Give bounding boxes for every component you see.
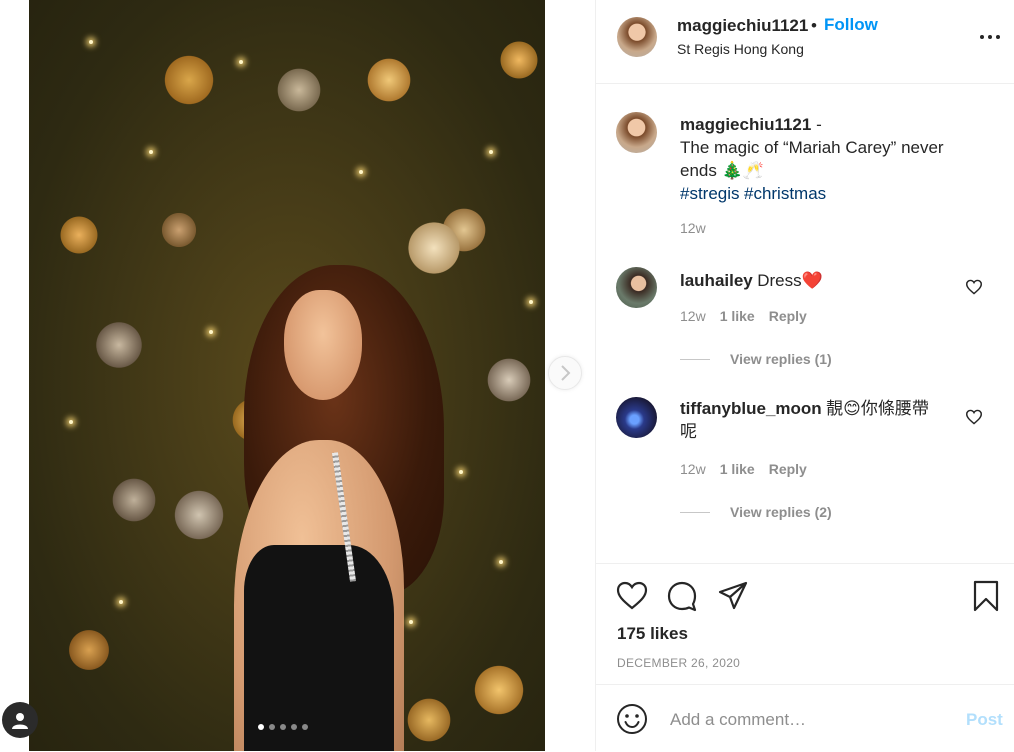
- light-sparkle: [409, 620, 413, 624]
- caption-dash: -: [811, 115, 822, 134]
- carousel-dot: [302, 724, 308, 730]
- post-location[interactable]: St Regis Hong Kong: [677, 41, 804, 57]
- caption-author[interactable]: maggiechiu1121: [680, 115, 811, 134]
- light-sparkle: [499, 560, 503, 564]
- light-sparkle: [209, 330, 213, 334]
- light-sparkle: [529, 300, 533, 304]
- caption-time[interactable]: 12w: [680, 220, 706, 236]
- comment-reply-button[interactable]: Reply: [769, 461, 807, 477]
- comment-emoji: ❤️: [801, 271, 823, 290]
- commenter-username[interactable]: lauhailey: [680, 271, 753, 290]
- likes-count[interactable]: 175 likes: [617, 624, 688, 644]
- post-header: maggiechiu1121 • Follow St Regis Hong Ko…: [596, 0, 1014, 84]
- post-date[interactable]: DECEMBER 26, 2020: [617, 656, 740, 670]
- light-sparkle: [239, 60, 243, 64]
- light-sparkle: [89, 40, 93, 44]
- follow-button[interactable]: Follow: [824, 15, 878, 35]
- light-sparkle: [69, 420, 73, 424]
- post-photo[interactable]: [29, 0, 545, 751]
- share-icon[interactable]: [717, 580, 749, 612]
- commenter-username[interactable]: tiffanyblue_moon: [680, 399, 822, 418]
- comment-likes[interactable]: 1 like: [720, 308, 755, 324]
- caption-text-line1: The magic of “Mariah Carey” never: [680, 138, 944, 157]
- hashtag-christmas[interactable]: #christmas: [744, 184, 826, 203]
- comment-like-icon[interactable]: [965, 279, 983, 295]
- separator-dot: •: [811, 16, 817, 35]
- light-sparkle: [489, 150, 493, 154]
- author-avatar[interactable]: [617, 17, 657, 57]
- carousel-dot-active: [258, 724, 264, 730]
- carousel-next-button[interactable]: [548, 356, 582, 390]
- add-comment-bar: Post: [596, 684, 1014, 752]
- carousel-dot: [269, 724, 275, 730]
- comment-meta: 12w 1 like Reply: [680, 308, 807, 324]
- post-side-panel: maggiechiu1121 • Follow St Regis Hong Ko…: [595, 0, 1014, 751]
- commenter-avatar[interactable]: [616, 397, 657, 438]
- comment-text: 靚😊你條腰帶: [826, 399, 929, 418]
- comment-likes[interactable]: 1 like: [720, 461, 755, 477]
- hashtag-stregis[interactable]: #stregis: [680, 184, 740, 203]
- carousel-indicator: [258, 724, 308, 730]
- comment-icon[interactable]: [666, 580, 698, 612]
- caption-text-line2: ends 🎄🥂: [680, 161, 764, 180]
- emoji-icon[interactable]: [616, 703, 648, 735]
- commenter-avatar[interactable]: [616, 267, 657, 308]
- profile-button[interactable]: [2, 702, 38, 738]
- caption-meta: 12w: [680, 220, 706, 236]
- comment-like-icon[interactable]: [965, 409, 983, 425]
- photo-subject-dress: [244, 545, 394, 751]
- light-sparkle: [119, 600, 123, 604]
- view-replies-button[interactable]: View replies (1): [680, 351, 832, 367]
- author-username[interactable]: maggiechiu1121: [677, 16, 808, 36]
- comment-meta: 12w 1 like Reply: [680, 461, 807, 477]
- comment-time[interactable]: 12w: [680, 308, 706, 324]
- comment-text: Dress: [757, 271, 802, 290]
- bookmark-icon[interactable]: [970, 580, 1002, 612]
- light-sparkle: [359, 170, 363, 174]
- post-comment-button[interactable]: Post: [966, 710, 1003, 730]
- heart-icon[interactable]: [616, 580, 648, 612]
- caption-author-avatar[interactable]: [616, 112, 657, 153]
- photo-subject-face: [284, 290, 362, 400]
- comment-time[interactable]: 12w: [680, 461, 706, 477]
- comment-reply-button[interactable]: Reply: [769, 308, 807, 324]
- more-options-icon[interactable]: [979, 28, 1001, 46]
- light-sparkle: [149, 150, 153, 154]
- view-replies-label: View replies (1): [730, 351, 832, 367]
- comment-input[interactable]: [668, 705, 942, 735]
- replies-divider: [680, 358, 710, 360]
- view-replies-label: View replies (2): [730, 504, 832, 520]
- carousel-dot: [291, 724, 297, 730]
- view-replies-button[interactable]: View replies (2): [680, 504, 832, 520]
- post-actions: 175 likes DECEMBER 26, 2020: [596, 563, 1014, 684]
- comments-list[interactable]: maggiechiu1121 - The magic of “Mariah Ca…: [596, 84, 1014, 562]
- chevron-right-icon: [561, 365, 571, 381]
- user-icon: [12, 713, 28, 729]
- light-sparkle: [459, 470, 463, 474]
- replies-divider: [680, 511, 710, 513]
- carousel-dot: [280, 724, 286, 730]
- comment-text-line2: 呢: [680, 422, 697, 441]
